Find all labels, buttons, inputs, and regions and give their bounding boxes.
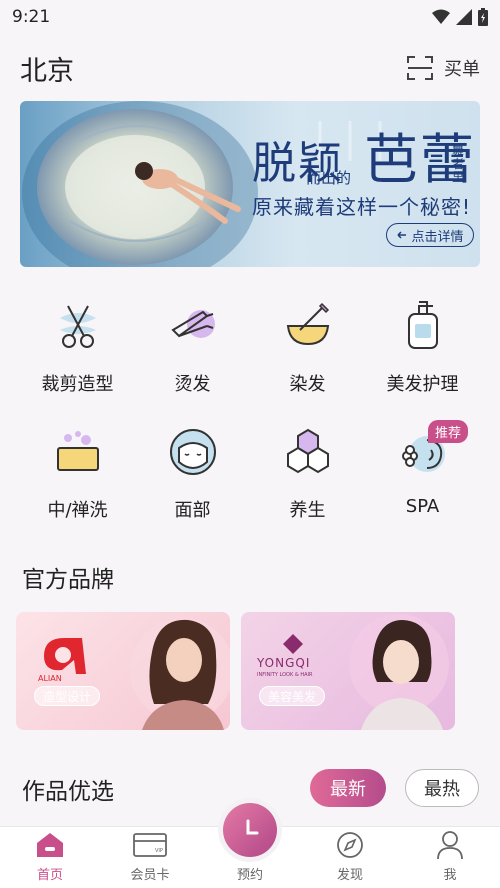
banner-headline: 脱颖 芭蕾 bbox=[252, 115, 476, 194]
filter-hottest-button[interactable]: 最热 bbox=[405, 769, 479, 807]
banner-detail-label: 点击详情 bbox=[411, 229, 464, 245]
category-wellness[interactable]: 养生 bbox=[250, 420, 365, 524]
tab-me[interactable]: 我 bbox=[400, 827, 500, 888]
tab-label: 首页 bbox=[36, 868, 63, 883]
promo-banner[interactable]: 脱颖 芭蕾 而出的 舞者里 原来藏着这样一个秘密! 点击详情 bbox=[20, 101, 480, 267]
face-icon bbox=[169, 429, 216, 475]
booking-fab-button[interactable] bbox=[218, 798, 282, 862]
pay-scan-button[interactable]: 买单 bbox=[406, 54, 480, 82]
city-selector[interactable]: 北京 bbox=[20, 49, 74, 88]
brand-card-alian[interactable]: ALIAN 造型设计 bbox=[16, 612, 230, 730]
tab-label: 我 bbox=[443, 868, 457, 883]
brand-logo-text: YONGQI bbox=[257, 656, 311, 670]
category-label: 中/禅洗 bbox=[47, 500, 108, 521]
wifi-icon bbox=[432, 9, 450, 24]
brand-tag: 造型设计 bbox=[34, 686, 101, 706]
scissors-icon bbox=[59, 305, 96, 348]
category-perm[interactable]: 烫发 bbox=[135, 294, 250, 398]
wash-basin-icon bbox=[56, 431, 99, 471]
brand-logo-subtext: INFINITY LOOK & HAIR bbox=[257, 672, 313, 678]
banner-side-text: 舞者里 bbox=[452, 144, 465, 184]
brand-tag: 美容美发 bbox=[259, 686, 326, 706]
model-portrait bbox=[130, 618, 230, 730]
tab-label: 预约 bbox=[236, 868, 263, 883]
service-category-grid: 裁剪造型 烫发 染发 美发护理 中/禅洗 面部 养生 SPA bbox=[20, 294, 480, 524]
scan-icon bbox=[407, 56, 433, 80]
category-label: 烫发 bbox=[174, 374, 211, 395]
category-label: 养生 bbox=[289, 500, 326, 521]
model-portrait bbox=[349, 614, 449, 730]
brand-card-yongqi[interactable]: YONGQI INFINITY LOOK & HAIR 美容美发 bbox=[241, 612, 455, 730]
banner-detail-button[interactable]: 点击详情 bbox=[386, 223, 474, 247]
category-label: 染发 bbox=[289, 374, 326, 395]
tab-label: 发现 bbox=[336, 868, 363, 883]
banner-small-text: 而出的 bbox=[306, 169, 352, 187]
tab-discover[interactable]: 发现 bbox=[300, 827, 400, 888]
category-label: 面部 bbox=[174, 500, 211, 521]
compass-icon bbox=[337, 832, 363, 858]
category-label: 裁剪造型 bbox=[41, 374, 114, 395]
status-time: 9:21 bbox=[12, 7, 51, 27]
dye-bowl-icon bbox=[286, 302, 329, 346]
lotion-bottle-icon bbox=[407, 301, 438, 349]
category-label: 美发护理 bbox=[386, 374, 459, 395]
category-dye[interactable]: 染发 bbox=[250, 294, 365, 398]
card-icon: VIP bbox=[133, 833, 167, 857]
works-section-title: 作品优选 bbox=[22, 779, 114, 805]
status-bar: 9:21 bbox=[0, 0, 500, 34]
category-wash[interactable]: 中/禅洗 bbox=[20, 420, 135, 524]
brand-logo-text: ALIAN bbox=[38, 674, 62, 683]
tab-home[interactable]: 首页 bbox=[0, 827, 100, 888]
hair-iron-icon bbox=[170, 310, 215, 338]
filter-newest-button[interactable]: 最新 bbox=[310, 769, 386, 807]
tab-membership-card[interactable]: VIP 会员卡 bbox=[100, 827, 200, 888]
clock-icon bbox=[246, 819, 259, 835]
battery-icon bbox=[478, 8, 488, 26]
hexagon-icon bbox=[286, 428, 329, 474]
yongqi-logo-mark bbox=[283, 634, 303, 654]
home-icon bbox=[37, 833, 63, 857]
category-face[interactable]: 面部 bbox=[135, 420, 250, 524]
category-label: SPA bbox=[405, 496, 440, 517]
brands-section-title: 官方品牌 bbox=[22, 567, 114, 593]
signal-icon bbox=[456, 9, 472, 25]
recommend-badge: 推荐 bbox=[428, 420, 469, 443]
category-cut-style[interactable]: 裁剪造型 bbox=[20, 294, 135, 398]
tab-label: 会员卡 bbox=[130, 868, 170, 883]
header: 北京 买单 bbox=[0, 40, 500, 96]
card-vip-text: VIP bbox=[155, 848, 163, 854]
category-care[interactable]: 美发护理 bbox=[365, 294, 480, 398]
banner-subline: 原来藏着这样一个秘密! bbox=[252, 195, 472, 219]
user-icon bbox=[437, 831, 463, 860]
hand-point-icon bbox=[397, 231, 407, 239]
pay-label: 买单 bbox=[444, 59, 480, 80]
